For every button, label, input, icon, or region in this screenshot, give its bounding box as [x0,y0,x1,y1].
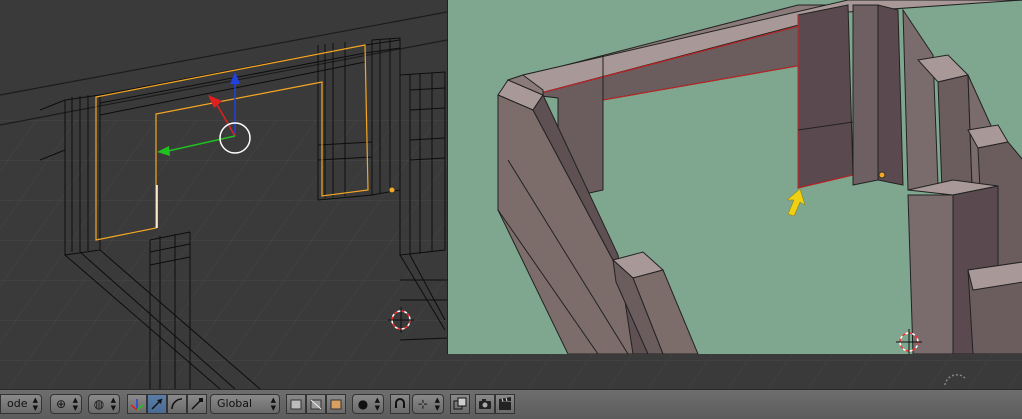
solid-viewport[interactable] [447,0,1022,354]
viewport-header: ode ▲ ▼ ⊕ ▲ ▼ ◍ ▲ ▼ Global ▲ ▼ ● ▲ ▼ ⊹ ▲… [0,389,1022,419]
snap-magnet-icon [395,398,405,408]
transform-orientation-selector[interactable]: Global ▲ ▼ [210,394,280,414]
dropdown-arrows-icon: ▲ ▼ [270,396,276,412]
dropdown-arrows-icon: ▲ ▼ [374,396,380,412]
snap-element-selector[interactable]: ⊹ ▲ ▼ [412,394,444,414]
translate-icon [151,398,163,410]
blender-app: ode ▲ ▼ ⊕ ▲ ▼ ◍ ▲ ▼ Global ▲ ▼ ● ▲ ▼ ⊹ ▲… [0,0,1022,419]
render-still-button[interactable] [475,394,495,414]
pivot-point-selector[interactable]: ◍ ▲ ▼ [88,394,120,414]
transform-orientation-label: Global [217,397,253,410]
face-select-icon [330,399,342,410]
animation-render-icon [499,397,511,410]
mode-selector-label: ode [7,397,28,410]
render-icon [479,399,491,409]
render-animation-button[interactable] [495,394,515,414]
translate-manipulator-button[interactable] [147,394,167,414]
manipulator-icon [130,399,144,411]
pivot-icon: ● [357,397,369,411]
manipulator-toggle-button[interactable] [127,394,147,414]
object-origin [878,171,886,179]
dropdown-arrows-icon: ▲ ▼ [32,396,38,412]
shading-icon: ◍ [93,397,105,411]
dropdown-arrows-icon: ▲ ▼ [434,396,440,412]
rotate-icon [171,398,183,410]
edge-select-button[interactable] [306,394,326,414]
proportional-edit-selector[interactable]: ● ▲ ▼ [352,394,384,414]
snap-toggle-button[interactable] [390,394,410,414]
viewport-shading-selector[interactable]: ⊕ ▲ ▼ [50,394,82,414]
scale-icon [191,398,203,410]
copy-icon [453,397,467,410]
snap-target-icon: ⊹ [417,397,429,411]
vertex-select-icon [290,399,302,410]
rotate-manipulator-button[interactable] [167,394,187,414]
scale-manipulator-button[interactable] [187,394,207,414]
globe-icon: ⊕ [55,397,67,411]
object-origin [388,186,396,194]
dropdown-arrows-icon: ▲ ▼ [110,396,116,412]
face-select-button[interactable] [326,394,346,414]
edge-select-icon [310,399,322,410]
copy-paste-button[interactable] [450,394,470,414]
dropdown-arrows-icon: ▲ ▼ [72,396,78,412]
mode-selector[interactable]: ode ▲ ▼ [0,394,42,414]
vertex-select-button[interactable] [286,394,306,414]
